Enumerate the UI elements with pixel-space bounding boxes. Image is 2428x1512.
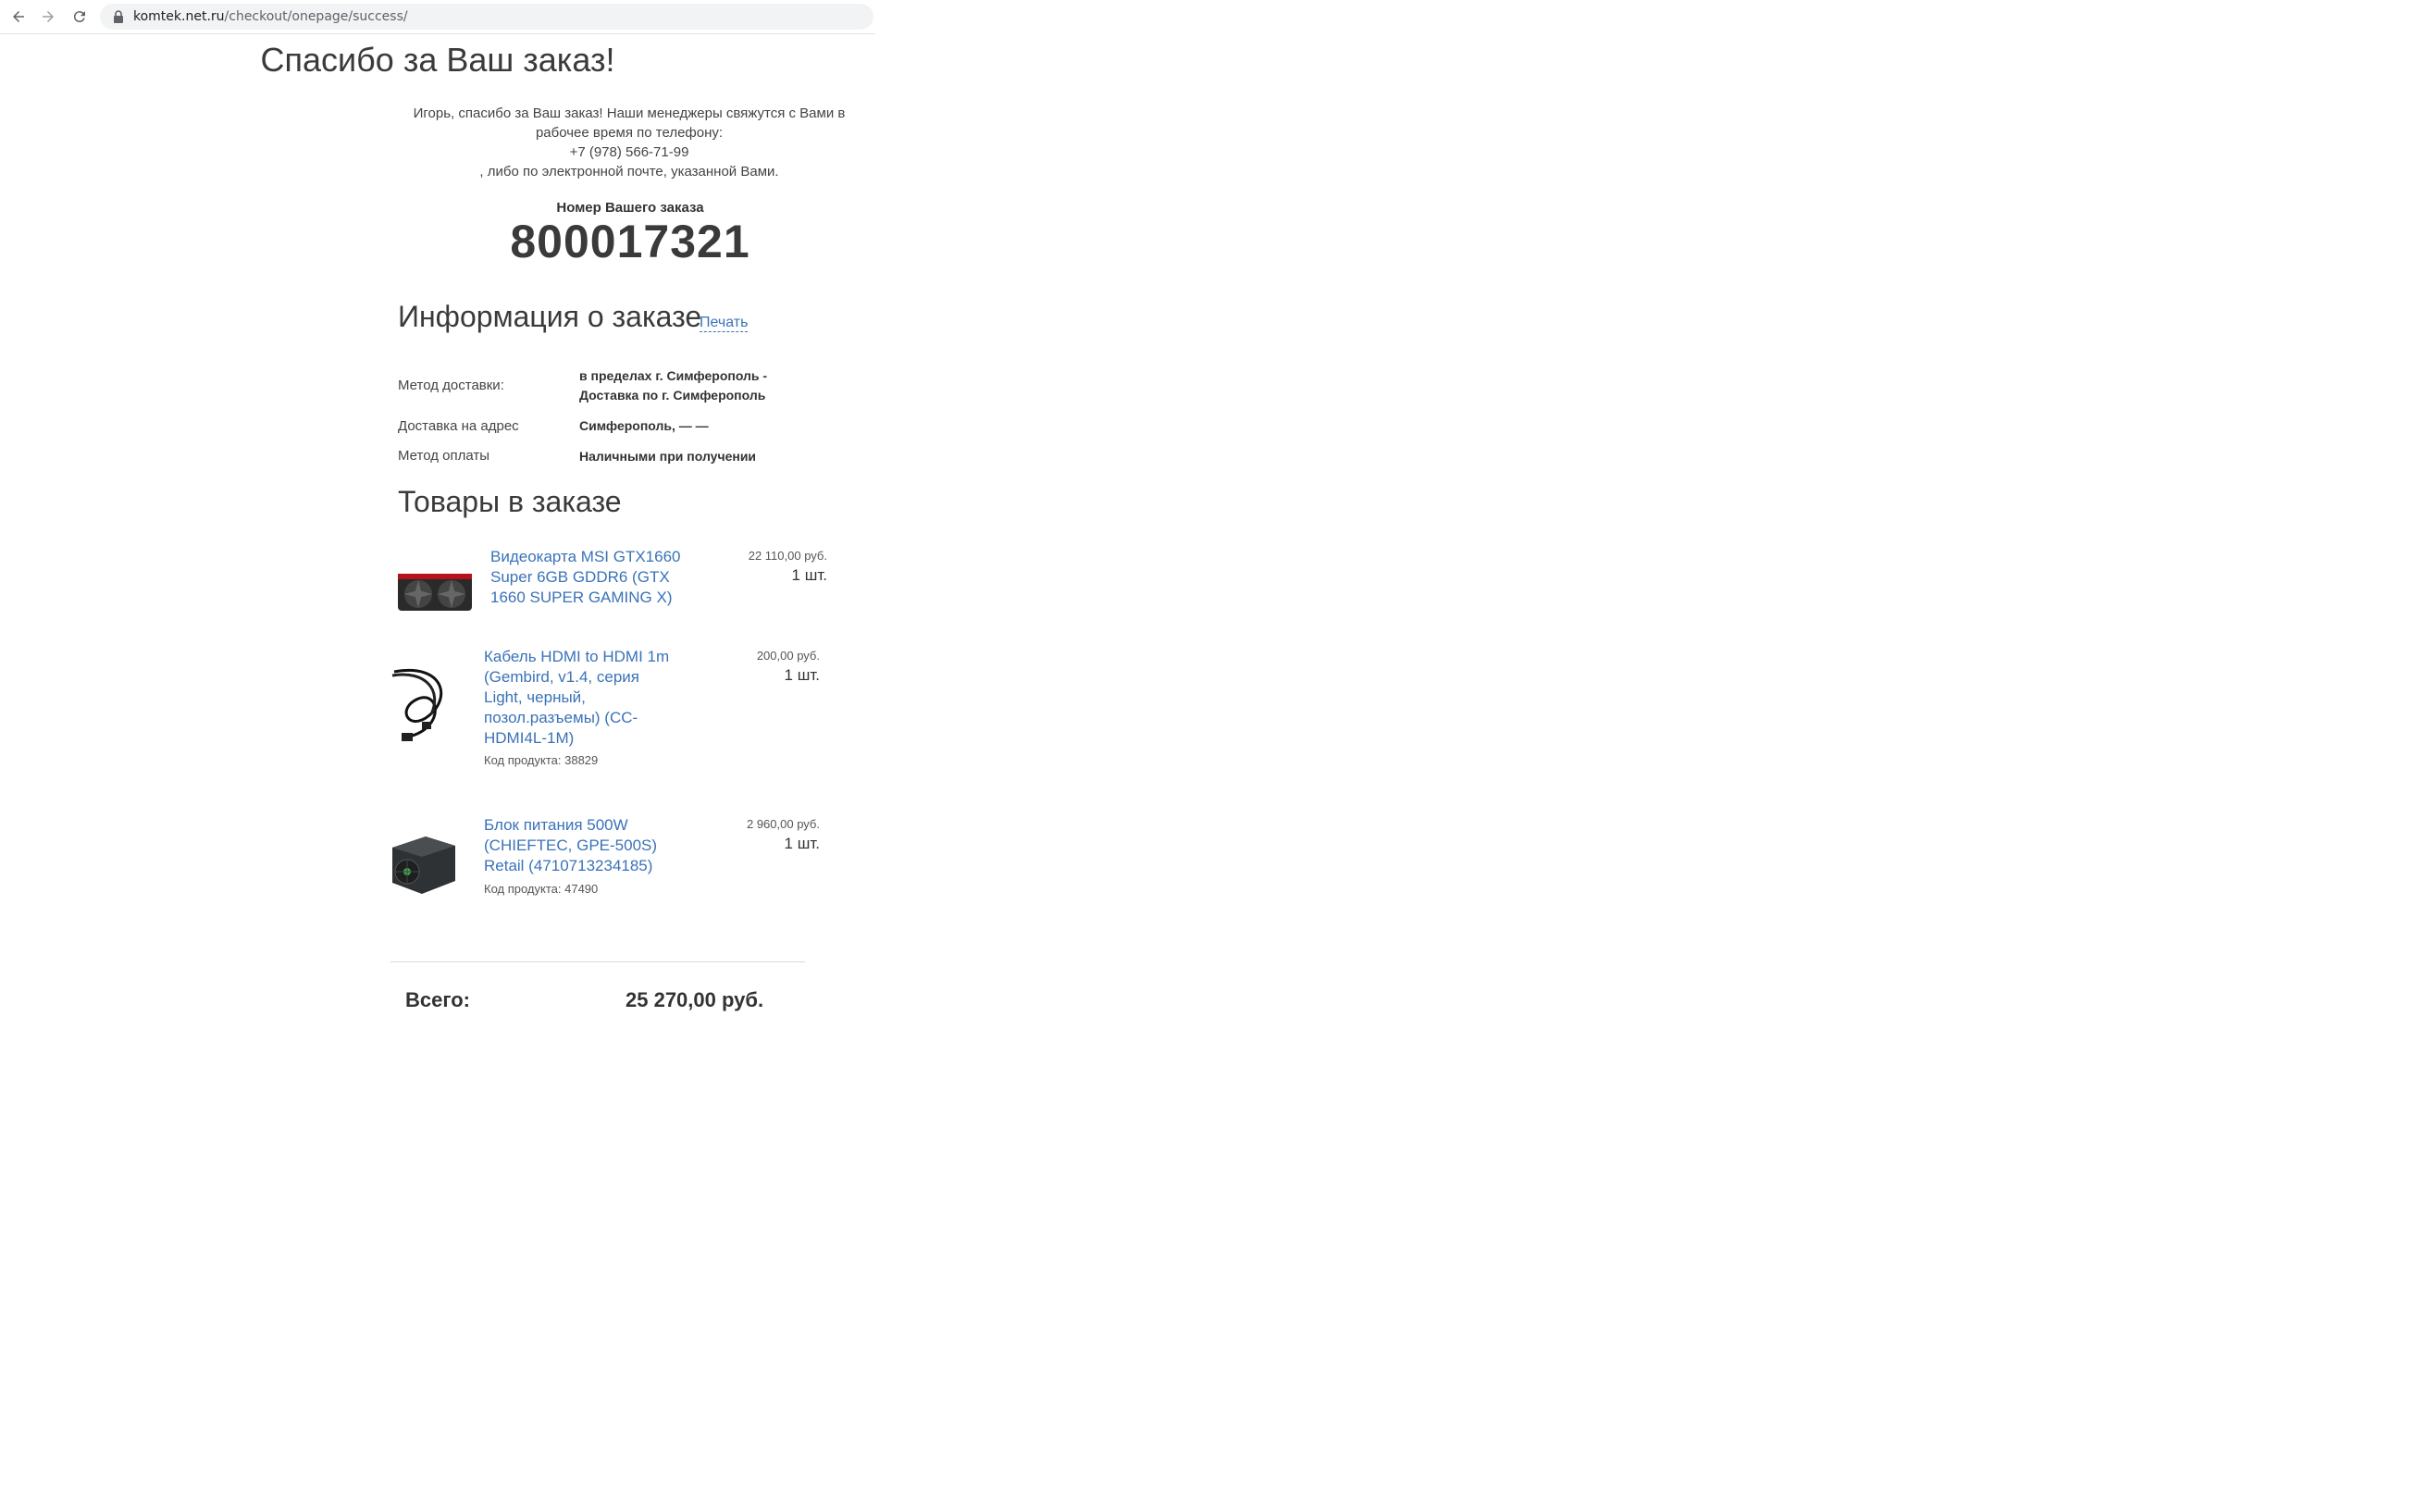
total-divider — [390, 961, 805, 962]
item-code-2: Код продукта: 38829 — [484, 753, 599, 767]
power-supply-image[interactable] — [389, 833, 459, 902]
phone-number: +7 (978) 566-71-99 — [569, 144, 689, 160]
back-icon[interactable] — [7, 6, 30, 28]
reload-icon[interactable] — [68, 6, 91, 28]
print-link[interactable]: Печать — [700, 315, 749, 332]
thanks-message-line1: Игорь, спасибо за Ваш заказ! Наши менедж… — [413, 105, 846, 141]
item-qty-1: 1 шт. — [791, 566, 827, 584]
url-text: komtek.net.ru/checkout/onepage/success/ — [133, 9, 408, 24]
total-label: Всего: — [405, 988, 470, 1011]
items-title: Товары в заказе — [398, 485, 622, 518]
thanks-message-line2: , либо по электронной почте, указанной В… — [479, 164, 779, 180]
url-path: /checkout/onepage/success/ — [224, 9, 408, 24]
order-number-label: Номер Вашего заказа — [556, 200, 704, 216]
item-qty-2: 1 шт. — [784, 666, 820, 684]
delivery-method-label: Метод доставки: — [398, 378, 504, 393]
url-host: komtek.net.ru — [133, 9, 225, 24]
item-price-1: 22 110,00 руб. — [748, 549, 827, 563]
item-code-3: Код продукта: 47490 — [484, 882, 599, 896]
payment-method-value: Наличными при получении — [579, 449, 757, 464]
item-name-1[interactable]: Видеокарта MSI GTX1660 Super 6GB GDDR6 (… — [490, 547, 685, 608]
hdmi-cable-image[interactable] — [389, 663, 455, 752]
graphics-card-image[interactable] — [396, 564, 474, 625]
delivery-method-value: в пределах г. Симферополь - Доставка по … — [579, 368, 768, 403]
item-name-3[interactable]: Блок питания 500W (CHIEFTEC, GPE-500S) R… — [484, 815, 678, 876]
forward-icon[interactable] — [37, 6, 59, 28]
page-title: Спасибо за Ваш заказ! — [260, 41, 615, 79]
payment-method-label: Метод оплаты — [398, 448, 490, 464]
order-number: 800017321 — [510, 216, 750, 267]
order-info-title: Информация о заказе — [398, 300, 702, 333]
delivery-address-value: Симферополь, — — — [579, 418, 709, 433]
item-price-2: 200,00 руб. — [756, 649, 820, 663]
item-price-3: 2 960,00 руб. — [746, 817, 820, 831]
total-value: 25 270,00 руб. — [626, 988, 764, 1011]
item-qty-3: 1 шт. — [784, 835, 820, 852]
address-bar[interactable]: komtek.net.ru/checkout/onepage/success/ — [100, 4, 873, 30]
thanks-message: Игорь, спасибо за Ваш заказ! Наши менедж… — [398, 104, 861, 181]
lock-icon — [114, 10, 123, 23]
delivery-address-label: Доставка на адрес — [398, 418, 519, 434]
browser-toolbar: komtek.net.ru/checkout/onepage/success/ — [0, 0, 875, 34]
item-name-2[interactable]: Кабель HDMI to HDMI 1m (Gembird, v1.4, с… — [484, 647, 678, 749]
